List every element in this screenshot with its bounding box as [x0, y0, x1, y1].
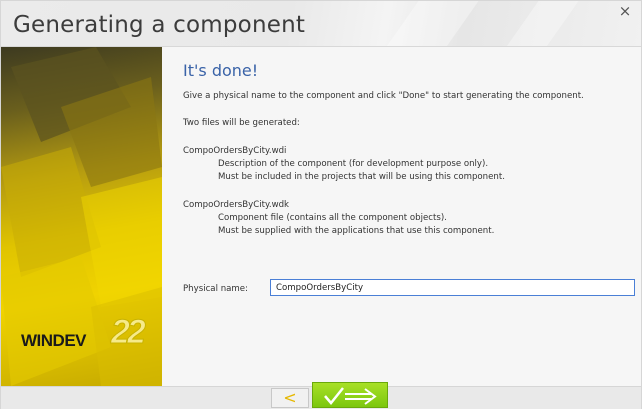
physical-name-input[interactable]: [270, 279, 635, 296]
file-name: CompoOrdersByCity.wdk: [183, 200, 290, 210]
logo-version: 22: [111, 313, 147, 352]
side-banner: WINDEV 22: [1, 47, 162, 386]
back-button[interactable]: <: [271, 388, 309, 408]
header-decoration: [489, 1, 593, 46]
logo-text: WINDEV: [21, 331, 87, 350]
wizard-window: Generating a component × WINDEV 22 It's …: [0, 0, 642, 409]
file-description: Description of the component (for develo…: [218, 159, 489, 169]
instruction-text: Give a physical name to the component an…: [183, 91, 584, 101]
close-button[interactable]: ×: [615, 1, 635, 21]
windev-logo: WINDEV 22: [21, 313, 146, 352]
check-arrow-icon: [324, 387, 377, 405]
file-description: Must be included in the projects that wi…: [218, 172, 505, 182]
file-description: Must be supplied with the applications t…: [218, 226, 495, 236]
physical-name-label: Physical name:: [183, 284, 248, 294]
done-button[interactable]: [312, 382, 388, 408]
file-name: CompoOrdersByCity.wdi: [183, 146, 287, 156]
files-intro-text: Two files will be generated:: [183, 118, 300, 128]
wizard-header: Generating a component ×: [1, 1, 641, 47]
file-description: Component file (contains all the compone…: [218, 213, 447, 223]
header-decoration: [369, 1, 493, 46]
step-heading: It's done!: [183, 61, 259, 80]
window-title: Generating a component: [13, 12, 306, 38]
